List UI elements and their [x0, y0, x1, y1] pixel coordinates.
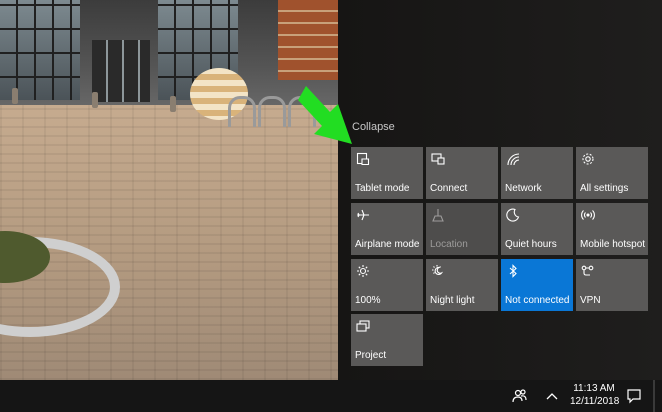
notification-icon[interactable]: [624, 386, 644, 406]
tile-label: Mobile hotspot: [580, 239, 646, 250]
vpn-icon: [581, 264, 595, 278]
tile-brightness[interactable]: 100%: [351, 259, 423, 311]
tile-label: Network: [505, 183, 542, 194]
tile-label: Project: [355, 350, 387, 361]
wallpaper-windows: [0, 0, 80, 100]
connect-icon: [431, 152, 445, 166]
tile-mobile-hotspot[interactable]: Mobile hotspot: [576, 203, 648, 255]
taskbar: 11:13 AM 12/11/2018: [0, 380, 662, 412]
tile-tablet-mode[interactable]: Tablet mode: [351, 147, 423, 199]
collapse-link[interactable]: Collapse: [352, 121, 395, 133]
location-icon: [431, 208, 445, 222]
clock-time: 11:13 AM: [573, 383, 615, 394]
wallpaper-bollard: [12, 88, 18, 104]
clock-date: 12/11/2018: [570, 396, 620, 407]
tile-label: Not connected: [505, 295, 570, 306]
tile-network[interactable]: Network: [501, 147, 573, 199]
tile-label: VPN: [580, 295, 601, 306]
tile-label: All settings: [580, 183, 629, 194]
tile-bluetooth[interactable]: Not connected: [501, 259, 573, 311]
network-icon: [506, 152, 520, 166]
wallpaper-brick-wall: [278, 0, 346, 80]
gear-icon: [581, 152, 595, 166]
chevron-up-icon[interactable]: [542, 386, 562, 406]
project-icon: [356, 319, 370, 333]
bluetooth-icon: [506, 264, 520, 278]
tile-night-light[interactable]: Night light: [426, 259, 498, 311]
tile-label: Tablet mode: [355, 183, 410, 194]
tile-quiet-hours[interactable]: Quiet hours: [501, 203, 573, 255]
night-light-icon: [431, 264, 445, 278]
brightness-icon: [356, 264, 370, 278]
tile-label: Location: [430, 239, 468, 250]
tablet-mode-icon: [356, 152, 370, 166]
tile-label: Night light: [430, 295, 475, 306]
tile-location: Location: [426, 203, 498, 255]
tile-project[interactable]: Project: [351, 314, 423, 366]
tile-label: Airplane mode: [355, 239, 420, 250]
tile-airplane-mode[interactable]: Airplane mode: [351, 203, 423, 255]
wallpaper-bike-rack: [258, 96, 286, 127]
moon-icon: [506, 208, 520, 222]
wallpaper-bollard: [92, 92, 98, 108]
tile-label: 100%: [355, 295, 381, 306]
action-center-panel: Collapse Tablet mode Connect Network All…: [338, 0, 662, 380]
tile-label: Connect: [430, 183, 468, 194]
wallpaper-doors: [92, 40, 150, 102]
tile-label: Quiet hours: [505, 239, 557, 250]
tile-all-settings[interactable]: All settings: [576, 147, 648, 199]
show-desktop-button[interactable]: [653, 380, 655, 412]
hotspot-icon: [581, 208, 595, 222]
tile-connect[interactable]: Connect: [426, 147, 498, 199]
people-icon[interactable]: [510, 386, 530, 406]
taskbar-clock[interactable]: 11:13 AM 12/11/2018: [570, 382, 620, 408]
tile-vpn[interactable]: VPN: [576, 259, 648, 311]
green-arrow-annotation: [298, 86, 352, 144]
airplane-icon: [356, 208, 370, 222]
wallpaper-bike-rack: [228, 96, 256, 127]
wallpaper-bollard: [170, 96, 176, 112]
